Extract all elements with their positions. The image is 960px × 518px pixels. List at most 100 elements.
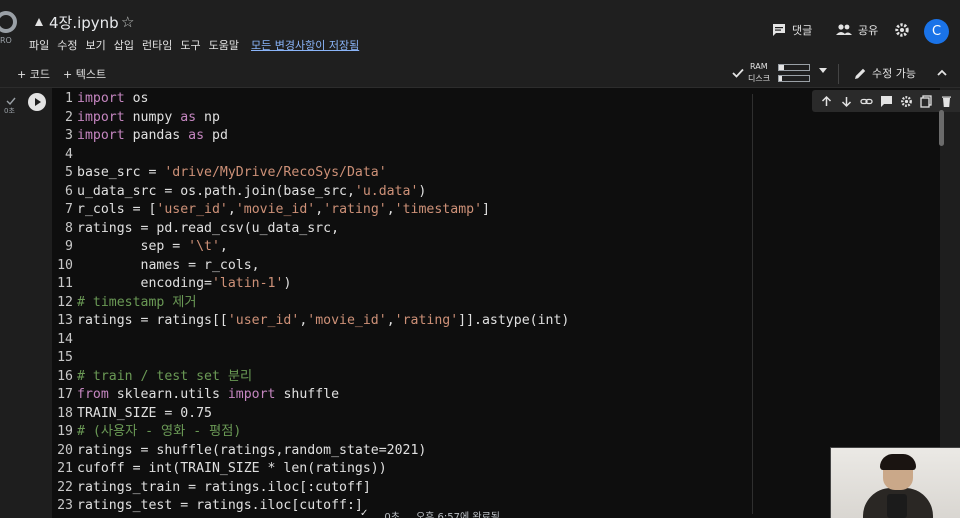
notebook-toolbar: + 코드 + 텍스트 RAM 디스크 수정 가능 (0, 60, 960, 88)
share-button[interactable]: 공유 (836, 22, 878, 38)
code-line[interactable]: 10 names = r_cols, (52, 257, 569, 276)
code-text[interactable]: encoding='latin-1') (77, 275, 292, 294)
code-line[interactable]: 22 ratings_train = ratings.iloc[:cutoff] (52, 479, 569, 498)
line-number: 12 (57, 294, 73, 310)
line-number: 20 (57, 442, 73, 458)
code-text[interactable]: ratings_train = ratings.iloc[:cutoff] (77, 479, 371, 498)
line-number: 7 (65, 202, 73, 217)
code-text[interactable]: base_src = 'drive/MyDrive/RecoSys/Data' (77, 164, 387, 183)
code-text[interactable]: TRAIN_SIZE = 0.75 (77, 405, 212, 424)
ram-label: RAM (750, 62, 768, 71)
move-down-icon[interactable] (840, 95, 853, 108)
code-line[interactable]: 17 from sklearn.utils import shuffle (52, 386, 569, 405)
line-number: 15 (57, 350, 73, 365)
code-text[interactable]: ratings = pd.read_csv(u_data_src, (77, 220, 339, 239)
move-up-icon[interactable] (820, 95, 833, 108)
code-text[interactable]: ratings = ratings[['user_id','movie_id',… (77, 312, 569, 331)
disk-usage-bar[interactable] (778, 75, 810, 82)
line-number: 23 (57, 498, 73, 513)
share-label: 공유 (858, 24, 879, 37)
status-bar: ✓ 0초 오후 6:57에 완료됨 (360, 508, 500, 518)
code-cell[interactable]: 1 import os 2 import numpy as np 3 import pan… (22, 88, 960, 518)
code-text[interactable]: names = r_cols, (77, 257, 260, 276)
code-line[interactable]: 8 ratings = pd.read_csv(u_data_src, (52, 220, 569, 239)
menu-item-help[interactable]: 도움말 (209, 37, 239, 53)
code-line[interactable]: 11 encoding='latin-1') (52, 275, 569, 294)
link-icon[interactable] (859, 95, 873, 108)
status-check-icon: ✓ (360, 508, 369, 518)
star-icon[interactable]: ☆ (121, 13, 134, 31)
code-line[interactable]: 3 import pandas as pd (52, 127, 569, 146)
delete-icon[interactable] (940, 95, 953, 108)
menu-item-insert[interactable]: 삽입 (114, 37, 134, 53)
chevron-down-icon[interactable] (819, 68, 827, 73)
code-lines[interactable]: 1 import os 2 import numpy as np 3 import pan… (52, 90, 569, 516)
gear-icon[interactable] (894, 22, 910, 38)
code-text[interactable]: # train / test set 분리 (77, 368, 252, 387)
line-number: 1 (65, 91, 73, 106)
menu-item-view[interactable]: 보기 (86, 37, 106, 53)
code-line[interactable]: 15 (52, 349, 569, 368)
code-line[interactable]: 18 TRAIN_SIZE = 0.75 (52, 405, 569, 424)
line-number: 3 (65, 128, 73, 143)
webcam-microphone (887, 494, 907, 518)
code-text[interactable]: r_cols = ['user_id','movie_id','rating',… (77, 201, 490, 220)
connected-check-icon (732, 68, 744, 78)
pencil-icon (855, 68, 866, 79)
code-text[interactable]: # timestamp 제거 (77, 294, 197, 313)
code-line[interactable]: 20 ratings = shuffle(ratings,random_state… (52, 442, 569, 461)
code-line[interactable]: 14 (52, 331, 569, 350)
disk-usage-fill (779, 76, 782, 81)
code-text[interactable]: ratings_test = ratings.iloc[cutoff:] (77, 497, 363, 516)
line-number: 8 (65, 220, 73, 236)
code-text[interactable]: u_data_src = os.path.join(base_src,'u.da… (77, 183, 426, 202)
webcam-person-hair (880, 454, 916, 470)
code-line[interactable]: 16 # train / test set 분리 (52, 368, 569, 387)
code-line[interactable]: 9 sep = '\t', (52, 238, 569, 257)
menu-item-edit[interactable]: 수정 (57, 37, 77, 53)
executed-check-icon (6, 97, 16, 106)
menu-bar: 파일 수정 보기 삽입 런타임 도구 도움말 모든 변경사항이 저장됨 (29, 37, 359, 53)
code-line[interactable]: 2 import numpy as np (52, 109, 569, 128)
saved-status-link[interactable]: 모든 변경사항이 저장됨 (251, 37, 359, 53)
code-line[interactable]: 5 base_src = 'drive/MyDrive/RecoSys/Data' (52, 164, 569, 183)
code-line[interactable]: 6 u_data_src = os.path.join(base_src,'u.d… (52, 183, 569, 202)
code-text[interactable]: import numpy as np (77, 109, 220, 128)
code-text[interactable]: sep = '\t', (77, 238, 228, 257)
code-line[interactable]: 1 import os (52, 90, 569, 109)
run-cell-button[interactable] (28, 93, 46, 111)
code-line[interactable]: 12 # timestamp 제거 (52, 294, 569, 313)
mirror-cell-icon[interactable] (919, 94, 933, 108)
code-line[interactable]: 4 (52, 146, 569, 165)
code-line[interactable]: 19 # (사용자 - 영화 - 평점) (52, 423, 569, 442)
code-text[interactable]: from sklearn.utils import shuffle (77, 386, 339, 405)
gear-icon[interactable] (900, 95, 913, 108)
drive-file-icon (35, 18, 43, 26)
edit-mode-label: 수정 가능 (872, 67, 916, 80)
add-code-button[interactable]: + 코드 (17, 66, 50, 82)
menu-item-tools[interactable]: 도구 (180, 37, 200, 53)
edit-mode-button[interactable]: 수정 가능 (854, 65, 916, 81)
menu-item-runtime[interactable]: 런타임 (142, 37, 172, 53)
code-text[interactable]: cufoff = int(TRAIN_SIZE * len(ratings)) (77, 460, 387, 479)
chevron-up-icon[interactable] (936, 67, 948, 79)
code-text[interactable]: # (사용자 - 영화 - 평점) (77, 423, 241, 442)
colab-logo-icon[interactable] (0, 8, 20, 36)
code-text[interactable]: import pandas as pd (77, 127, 228, 146)
notebook-title[interactable]: 4장.ipynb (49, 12, 119, 33)
comment-icon[interactable] (880, 95, 893, 108)
code-text[interactable]: ratings = shuffle(ratings,random_state=2… (77, 442, 426, 461)
code-line[interactable]: 21 cufoff = int(TRAIN_SIZE * len(ratings)… (52, 460, 569, 479)
code-editor[interactable]: 1 import os 2 import numpy as np 3 import pan… (52, 88, 960, 518)
ram-usage-bar[interactable] (778, 64, 810, 71)
editor-scrollbar[interactable] (939, 110, 944, 146)
line-number: 9 (65, 239, 73, 254)
disk-label: 디스크 (748, 74, 771, 83)
add-text-button[interactable]: + 텍스트 (63, 66, 106, 82)
comment-button[interactable]: 댓글 (772, 22, 812, 38)
code-text[interactable]: import os (77, 90, 148, 109)
account-avatar[interactable]: C (924, 19, 949, 44)
code-line[interactable]: 7 r_cols = ['user_id','movie_id','rating'… (52, 201, 569, 220)
menu-item-file[interactable]: 파일 (29, 37, 49, 53)
code-line[interactable]: 13 ratings = ratings[['user_id','movie_id… (52, 312, 569, 331)
